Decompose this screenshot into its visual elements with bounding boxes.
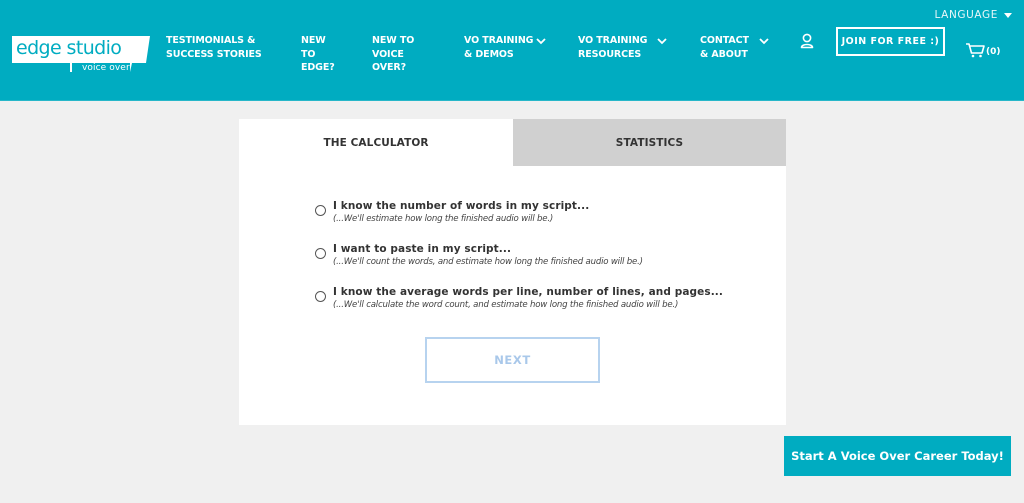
calculator-card: THE CALCULATOR STATISTICS I know the num… — [239, 119, 786, 425]
tab-statistics[interactable]: STATISTICS — [513, 119, 786, 166]
nav-contact-about[interactable]: CONTACT & ABOUT — [700, 34, 749, 61]
option-subtitle: (...We'll count the words, and estimate … — [333, 257, 643, 267]
option-subtitle: (...We'll estimate how long the finished… — [333, 214, 554, 224]
nav-label-line: TESTIMONIALS & — [166, 35, 256, 46]
option-title: I want to paste in my script... — [333, 243, 512, 255]
nav-label-line: & DEMOS — [464, 48, 514, 60]
option-words-per-line[interactable]: I know the average words per line, numbe… — [315, 286, 775, 316]
chevron-down-icon[interactable] — [535, 37, 547, 45]
nav-label-line: RESOURCES — [578, 48, 642, 60]
cart-icon — [965, 42, 985, 62]
chevron-down-icon[interactable] — [656, 37, 668, 45]
join-for-free-button[interactable]: JOIN FOR FREE :) — [836, 27, 945, 56]
radio-button[interactable] — [315, 291, 326, 302]
radio-button[interactable] — [315, 248, 326, 259]
nav-new-to-voice-over[interactable]: NEW TO VOICE OVER? — [372, 34, 414, 75]
nav-vo-training-demos[interactable]: VO TRAINING & DEMOS — [464, 34, 533, 61]
option-title: I know the average words per line, numbe… — [333, 286, 723, 298]
nav-label-line: NEW TO — [372, 35, 415, 46]
nav-label-line: TO — [301, 48, 316, 60]
nav-label-line: VO TRAINING — [464, 35, 534, 46]
chevron-down-icon[interactable] — [758, 37, 770, 45]
language-selector[interactable]: LANGUAGE — [934, 9, 1012, 21]
nav-label-line: NEW — [301, 35, 326, 46]
nav-label-line: EDGE? — [301, 62, 335, 73]
nav-label-line: CONTACT — [700, 35, 749, 46]
tab-the-calculator[interactable]: THE CALCULATOR — [239, 119, 513, 166]
nav-label-line: VOICE — [372, 48, 404, 60]
option-subtitle: (...We'll calculate the word count, and … — [333, 300, 679, 310]
option-title: I know the number of words in my script.… — [333, 200, 590, 212]
nav-new-to-edge[interactable]: NEW TO EDGE? — [301, 34, 335, 75]
logo-tagline: voice over — [82, 63, 130, 73]
option-paste-script[interactable]: I want to paste in my script... (...We'l… — [315, 243, 775, 273]
start-career-cta-button[interactable]: Start A Voice Over Career Today! — [784, 436, 1011, 476]
logo-wordmark: edge studio — [16, 37, 122, 59]
nav-label-line: & ABOUT — [700, 48, 748, 60]
nav-label-line: VO TRAINING — [578, 35, 648, 46]
nav-label-line: SUCCESS STORIES — [166, 48, 262, 60]
nav-vo-training-resources[interactable]: VO TRAINING RESOURCES — [578, 34, 647, 61]
language-label: LANGUAGE — [934, 9, 998, 21]
edge-studio-logo[interactable]: edge studio voice over — [10, 36, 150, 74]
cart-button[interactable]: (0) — [965, 42, 1001, 62]
user-icon[interactable] — [800, 33, 814, 49]
next-button[interactable]: NEXT — [425, 337, 600, 383]
radio-button[interactable] — [315, 205, 326, 216]
site-header: edge studio voice over LANGUAGE TESTIMON… — [0, 0, 1024, 101]
calculator-tabs: THE CALCULATOR STATISTICS — [239, 119, 786, 166]
cart-count: (0) — [986, 47, 1001, 57]
caret-down-icon — [1004, 12, 1012, 18]
nav-label-line: OVER? — [372, 62, 406, 73]
nav-testimonials[interactable]: TESTIMONIALS & SUCCESS STORIES — [166, 34, 262, 61]
option-know-word-count[interactable]: I know the number of words in my script.… — [315, 200, 775, 230]
